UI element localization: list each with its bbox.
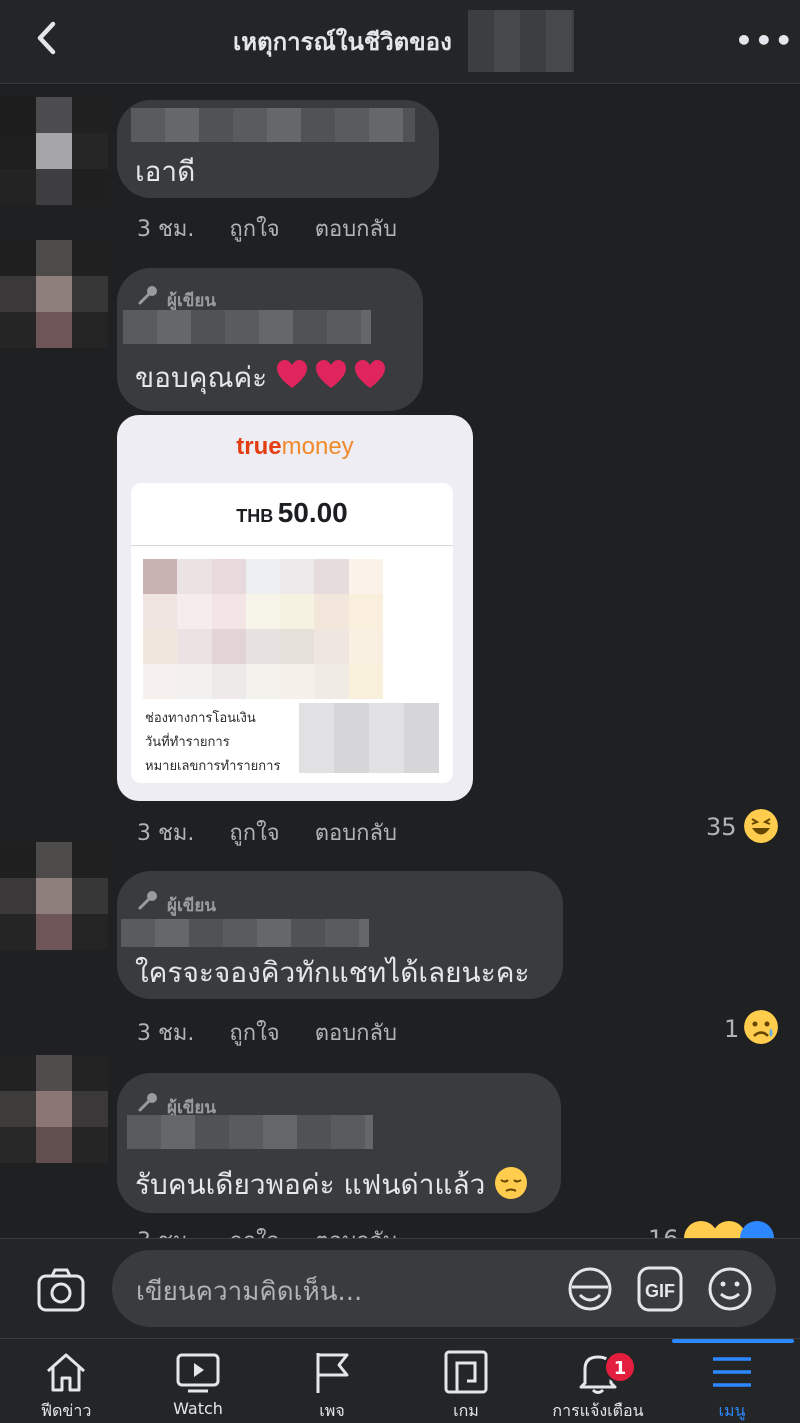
haha-emoji-icon bbox=[744, 809, 778, 843]
reaction-count[interactable]: 16 bbox=[648, 1225, 679, 1238]
nav-label: ฟีดข่าว bbox=[40, 1401, 92, 1420]
camera-icon[interactable] bbox=[36, 1265, 86, 1315]
like-reaction-icon bbox=[740, 1221, 774, 1238]
comment-time: 3 ชม. bbox=[137, 1021, 195, 1046]
comment-time: 3 ชม. bbox=[137, 217, 195, 242]
slip-body: THB 50.00 ช่องทางการโอนเงิน วันที่ทำรายก… bbox=[131, 483, 453, 783]
comment-time: 3 ชม. bbox=[137, 821, 195, 846]
truemoney-logo: truemoney bbox=[236, 433, 354, 460]
tab-watch[interactable]: Watch bbox=[132, 1339, 264, 1423]
notification-badge: 1 bbox=[604, 1351, 636, 1383]
tab-pages[interactable]: เพจ bbox=[266, 1339, 398, 1423]
redacted-author bbox=[123, 310, 371, 344]
microphone-icon bbox=[138, 1093, 157, 1112]
comment-actions: 3 ชม. ถูกใจ ตอบกลับ bbox=[137, 211, 425, 246]
avatar[interactable] bbox=[0, 97, 108, 205]
reply-button[interactable]: ตอบกลับ bbox=[315, 821, 397, 846]
avatar[interactable] bbox=[0, 240, 108, 348]
gif-icon[interactable]: GIF bbox=[636, 1265, 684, 1313]
slip-label: วันที่ทำรายการ bbox=[145, 735, 230, 750]
nav-label: เมนู bbox=[718, 1401, 746, 1420]
comment-composer: เขียนความคิดเห็น... GIF bbox=[0, 1238, 800, 1338]
gif-label: GIF bbox=[645, 1281, 675, 1301]
redacted-name bbox=[468, 10, 574, 72]
redacted-recipient bbox=[143, 559, 383, 699]
comment-actions: 3 ชม. ถูกใจ ตอบกลับ bbox=[137, 1015, 425, 1050]
nav-label: การแจ้งเตือน bbox=[552, 1401, 644, 1420]
redacted-details bbox=[299, 703, 439, 773]
avatar[interactable] bbox=[0, 842, 108, 950]
divider bbox=[131, 545, 453, 546]
like-button[interactable]: ถูกใจ bbox=[229, 217, 279, 242]
reaction-count[interactable]: 35 bbox=[706, 813, 737, 841]
watch-icon bbox=[176, 1353, 220, 1393]
nav-label: เพจ bbox=[319, 1401, 345, 1420]
redacted-author bbox=[131, 108, 415, 142]
author-tag: ผู้เขียน bbox=[167, 896, 216, 916]
more-options-icon[interactable]: ••• bbox=[735, 24, 795, 57]
reply-button[interactable]: ตอบกลับ bbox=[315, 1021, 397, 1046]
bottom-navigation: ฟีดข่าว Watch เพจ เกม 1 การแจ้งเตือน เมน… bbox=[0, 1338, 800, 1423]
redacted-author bbox=[121, 919, 369, 947]
reaction-count[interactable]: 1 bbox=[724, 1015, 739, 1043]
comment-text: เอาดี bbox=[135, 155, 196, 188]
reply-button[interactable]: ตอบกลับ bbox=[315, 217, 397, 242]
tab-notifications[interactable]: 1 การแจ้งเตือน bbox=[532, 1339, 664, 1423]
sticker-icon[interactable] bbox=[566, 1265, 614, 1313]
emoji-icon[interactable] bbox=[706, 1265, 754, 1313]
heart-emoji bbox=[277, 360, 386, 388]
home-icon bbox=[47, 1353, 85, 1392]
nav-label: เกม bbox=[453, 1401, 479, 1420]
page-title: เหตุการณ์ในชีวิตของ bbox=[233, 28, 452, 56]
pensive-emoji bbox=[495, 1167, 528, 1199]
like-button[interactable]: ถูกใจ bbox=[229, 821, 279, 846]
comment-bubble[interactable]: ผู้เขียน ขอบคุณค่ะ bbox=[117, 268, 423, 411]
tab-gaming[interactable]: เกม bbox=[400, 1339, 532, 1423]
slip-label: หมายเลขการทำรายการ bbox=[145, 759, 281, 774]
comment-actions: 3 ชม. ถูกใจ ตอบกลับ bbox=[137, 1223, 425, 1238]
flag-icon bbox=[316, 1353, 349, 1393]
tab-news-feed[interactable]: ฟีดข่าว bbox=[0, 1339, 132, 1423]
comment-list[interactable]: เอาดี 3 ชม. ถูกใจ ตอบกลับ ผู้เขียน ขอบคุ… bbox=[0, 85, 800, 1238]
tab-menu[interactable]: เมนู bbox=[666, 1339, 798, 1423]
gaming-icon bbox=[444, 1350, 488, 1394]
avatar[interactable] bbox=[0, 1055, 108, 1163]
comment-text: ขอบคุณค่ะ bbox=[135, 356, 386, 400]
slip-label: ช่องทางการโอนเงิน bbox=[145, 711, 256, 726]
menu-icon bbox=[713, 1357, 751, 1387]
comment-bubble[interactable]: ผู้เขียน ใครจะจองคิวทักแชทได้เลยนะคะ bbox=[117, 871, 563, 999]
comment-time: 3 ชม. bbox=[137, 1229, 194, 1238]
sad-emoji-icon bbox=[744, 1010, 778, 1044]
comment-bubble[interactable]: ผู้เขียน รับคนเดียวพอค่ะ แฟนด่าแล้ว bbox=[117, 1073, 561, 1213]
reaction-icons bbox=[684, 1221, 780, 1238]
reply-button[interactable]: ตอบกลับ bbox=[315, 1229, 397, 1238]
comment-actions: 3 ชม. ถูกใจ ตอบกลับ bbox=[137, 815, 425, 850]
comment-text: ใครจะจองคิวทักแชทได้เลยนะคะ bbox=[135, 956, 530, 989]
nav-label: Watch bbox=[173, 1399, 223, 1418]
comment-input[interactable]: เขียนความคิดเห็น... GIF bbox=[112, 1250, 776, 1327]
comment-text: รับคนเดียวพอค่ะ แฟนด่าแล้ว bbox=[135, 1163, 528, 1207]
slip-amount: THB 50.00 bbox=[236, 497, 348, 528]
like-button[interactable]: ถูกใจ bbox=[229, 1229, 279, 1238]
top-bar: เหตุการณ์ในชีวิตของ ••• bbox=[0, 0, 800, 84]
redacted-author bbox=[127, 1115, 373, 1149]
chevron-left-icon[interactable] bbox=[28, 18, 68, 58]
microphone-icon bbox=[138, 286, 157, 305]
comment-bubble[interactable]: เอาดี bbox=[117, 100, 439, 198]
like-button[interactable]: ถูกใจ bbox=[229, 1021, 279, 1046]
comment-placeholder: เขียนความคิดเห็น... bbox=[136, 1277, 363, 1307]
microphone-icon bbox=[138, 891, 157, 910]
transfer-slip-image[interactable]: truemoney THB 50.00 ช่องทางการโอนเงิน วั… bbox=[117, 415, 473, 801]
